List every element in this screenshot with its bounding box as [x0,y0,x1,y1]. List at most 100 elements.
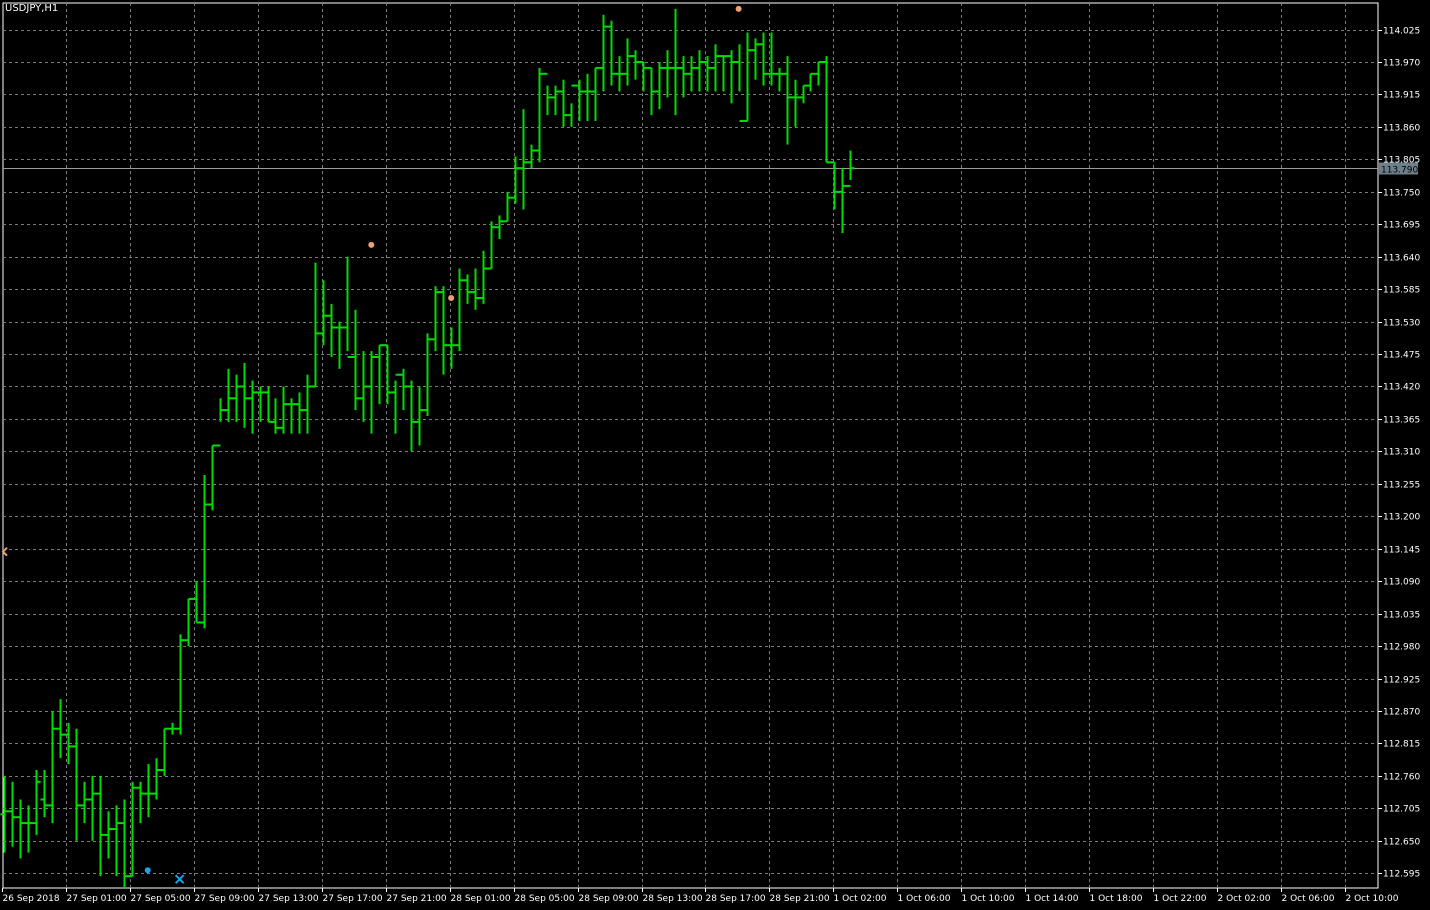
x-tick-label: 28 Sep 09:00 [579,894,639,904]
ohlc-bar [256,386,265,422]
ohlc-bar [551,85,560,116]
y-tick-label: 113.585 [1383,286,1420,296]
y-tick-label: 112.980 [1383,643,1420,653]
signal-dot-blue [144,867,151,874]
ohlc-bar [415,386,424,446]
y-tick-label: 112.650 [1383,838,1420,848]
ohlc-bar [176,634,185,735]
ohlc-bar [216,398,225,447]
signal-dot-orange [368,241,375,248]
ohlc-bar [679,56,688,98]
x-tick-label: 2 Oct 06:00 [1282,894,1335,904]
ohlc-bar [511,156,520,204]
ohlc-bar [279,386,288,434]
ohlc-bar [224,368,233,422]
ohlc-bar [423,333,432,416]
ohlc-bar [168,722,177,735]
ohlc-bar [287,398,296,434]
ohlc-bar [751,38,760,80]
ohlc-bar [439,286,448,375]
y-tick-label: 113.035 [1383,611,1420,621]
ohlc-bar [367,351,376,434]
ohlc-bar [615,56,624,92]
ohlc-bar [128,781,137,878]
y-tick-label: 113.200 [1383,513,1420,523]
ohlc-bar [759,32,768,86]
ohlc-chart[interactable]: 114.025113.970113.915113.860113.805113.7… [0,0,1430,910]
ohlc-bar [232,374,241,422]
ohlc-bar [583,73,592,121]
ohlc-bar [695,50,704,92]
y-tick-label: 113.090 [1383,578,1420,588]
ohlc-bar [799,84,808,104]
y-tick-label: 113.310 [1383,448,1420,458]
ohlc-bar [112,805,121,877]
ohlc-bar [407,380,416,452]
ohlc-bar [351,309,360,411]
ohlc-bar [719,55,728,92]
ohlc-bar [655,62,664,110]
x-tick-label: 1 Oct 14:00 [1026,894,1079,904]
ohlc-bar [743,32,752,122]
ohlc-bar [814,61,823,86]
ohlc-bar [830,161,839,210]
ohlc-bar [767,32,776,86]
ohlc-bar [104,811,113,859]
ohlc-bar [327,303,336,357]
current-price-label: 113.790 [1381,166,1418,176]
y-tick-label: 113.860 [1383,124,1420,134]
ohlc-bar [711,44,720,92]
ohlc-bar [72,728,81,841]
x-tick-label: 1 Oct 22:00 [1154,894,1207,904]
ohlc-bar [160,727,169,776]
ohlc-bar [192,581,201,624]
ohlc-bar [487,221,496,270]
y-tick-label: 113.640 [1383,254,1420,264]
y-tick-label: 113.255 [1383,481,1420,491]
y-tick-label: 113.695 [1383,221,1420,231]
ohlc-bar [647,66,656,116]
ohlc-bar [136,781,145,824]
ohlc-bar [96,775,105,877]
y-tick-label: 113.475 [1383,351,1420,361]
ohlc-bar [822,56,831,164]
ohlc-bar [735,44,744,122]
ohlc-bar [703,56,712,92]
ohlc-bar [8,781,17,847]
ohlc-bar [264,386,273,423]
ohlc-bar [200,475,209,629]
ohlc-bar [575,79,584,121]
ohlc-bar [295,392,304,434]
y-tick-label: 113.970 [1383,59,1420,69]
ohlc-bar [791,79,800,127]
x-tick-label: 27 Sep 17:00 [323,894,383,904]
ohlc-bar [639,61,648,92]
ohlc-bar [567,84,576,127]
ohlc-bar [40,770,49,818]
x-tick-label: 28 Sep 13:00 [643,894,703,904]
ohlc-bar [775,67,784,92]
ohlc-bar [319,280,328,346]
y-tick-label: 112.815 [1383,740,1420,750]
y-tick-label: 112.760 [1383,773,1420,783]
ohlc-bar [463,274,472,304]
ohlc-bar [48,711,57,824]
ohlc-bar [56,699,65,759]
x-tick-label: 27 Sep 13:00 [259,894,319,904]
ohlc-bar [838,168,847,234]
ohlc-bar [184,597,193,647]
y-tick-label: 113.365 [1383,416,1420,426]
x-tick-label: 2 Oct 02:00 [1218,894,1271,904]
ohlc-bar [24,805,33,853]
ohlc-bar [208,444,217,511]
ohlc-bar [447,327,456,369]
ohlc-bar [0,775,9,853]
y-tick-label: 112.870 [1383,708,1420,718]
x-tick-label: 2 Oct 10:00 [1346,894,1399,904]
x-tick-label: 27 Sep 01:00 [67,894,127,904]
y-tick-label: 112.925 [1383,676,1420,686]
ohlc-bar [343,256,352,358]
ohlc-bar [727,50,736,104]
ohlc-bar [806,72,815,92]
ohlc-bar [455,268,464,352]
